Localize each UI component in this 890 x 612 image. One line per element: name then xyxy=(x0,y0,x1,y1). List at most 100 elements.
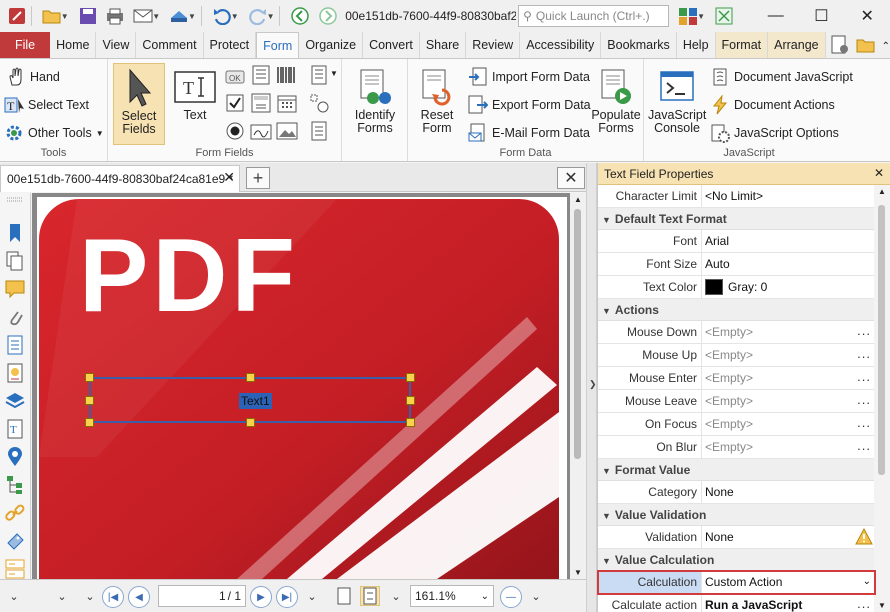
property-row-on-blur[interactable]: On Blur <Empty> ... xyxy=(598,436,875,459)
chevron-down-icon[interactable]: ▼ xyxy=(152,12,160,21)
property-row-font[interactable]: Font Arial xyxy=(598,230,875,253)
last-page-button[interactable]: ▶| xyxy=(276,586,298,608)
export-form-data-button[interactable]: Export Form Data xyxy=(468,95,591,115)
tab-comment[interactable]: Comment xyxy=(136,32,204,58)
layers-icon[interactable] xyxy=(5,391,25,411)
select-fields-button[interactable]: Select Fields xyxy=(113,63,165,145)
comments-icon[interactable] xyxy=(5,279,25,299)
list-box-icon[interactable] xyxy=(250,65,272,85)
tab-organize[interactable]: Organize xyxy=(299,32,364,58)
destinations-icon[interactable] xyxy=(5,447,25,467)
ellipsis-button[interactable]: ... xyxy=(857,344,871,364)
property-row-mouse-leave[interactable]: Mouse Leave <Empty> ... xyxy=(598,390,875,413)
calculation-dropdown[interactable]: Custom Action ⌄ xyxy=(702,571,875,593)
identify-forms-button[interactable]: Identify Forms xyxy=(350,67,400,135)
category-value-validation[interactable]: ▼ Value Validation xyxy=(598,504,875,526)
pane-splitter[interactable]: ❯ xyxy=(586,163,597,612)
tags-icon[interactable]: T xyxy=(5,419,25,439)
scroll-up-icon[interactable]: ▲ xyxy=(574,195,582,204)
ellipsis-button[interactable]: ... xyxy=(857,594,871,612)
property-row-calculation[interactable]: Calculation Custom Action ⌄ xyxy=(597,570,876,595)
tab-convert[interactable]: Convert xyxy=(363,32,420,58)
date-field-icon[interactable] xyxy=(276,93,298,113)
chevron-down-icon[interactable]: ⌄ xyxy=(863,571,871,593)
property-value[interactable]: Run a JavaScript xyxy=(702,594,875,612)
ellipsis-button[interactable]: ... xyxy=(857,390,871,410)
tab-form[interactable]: Form xyxy=(256,32,300,58)
tab-arrange[interactable]: Arrange xyxy=(768,32,826,58)
quick-launch-input[interactable]: ⚲ Quick Launch (Ctrl+.) xyxy=(518,5,670,27)
resize-handle[interactable] xyxy=(85,373,94,382)
structure-icon[interactable] xyxy=(5,475,25,495)
ellipsis-button[interactable]: ... xyxy=(857,367,871,387)
property-row-validation[interactable]: Validation None xyxy=(598,526,875,549)
collapse-icon[interactable]: ▼ xyxy=(602,215,611,225)
maximize-button[interactable]: ☐ xyxy=(799,0,845,32)
reset-form-button[interactable]: Reset Form xyxy=(412,67,462,135)
hand-tool-button[interactable]: Hand xyxy=(6,67,60,87)
close-window-button[interactable]: ✕ xyxy=(844,0,890,32)
tab-accessibility[interactable]: Accessibility xyxy=(520,32,602,58)
document-tab[interactable]: 00e151db-7600-44f9-80830baf24ca81e9 * ✕ xyxy=(0,165,240,192)
combo-box-icon[interactable] xyxy=(250,93,272,113)
property-value[interactable]: <No Limit> xyxy=(702,185,875,207)
tab-help[interactable]: Help xyxy=(677,32,716,58)
zoom-select[interactable]: 161.1% ⌄ xyxy=(410,585,494,607)
property-value[interactable]: <Empty> xyxy=(702,367,875,389)
collapse-icon[interactable]: ▼ xyxy=(602,466,611,476)
text-field-widget[interactable]: Text1 xyxy=(85,373,415,427)
content-icon[interactable] xyxy=(5,335,25,355)
tab-view[interactable]: View xyxy=(96,32,137,58)
property-row-on-focus[interactable]: On Focus <Empty> ... xyxy=(598,413,875,436)
checkbox-icon[interactable] xyxy=(224,93,246,113)
attachments-icon[interactable] xyxy=(5,307,25,327)
import-form-data-button[interactable]: Import Form Data xyxy=(468,67,590,87)
close-icon[interactable]: ✕ xyxy=(874,166,884,180)
ellipsis-button[interactable]: ... xyxy=(857,413,871,433)
property-row-mouse-up[interactable]: Mouse Up <Empty> ... xyxy=(598,344,875,367)
status-options-icon[interactable]: ⌄ xyxy=(52,586,72,606)
populate-forms-button[interactable]: Populate Forms xyxy=(590,67,642,135)
javascript-options-button[interactable]: JavaScript Options xyxy=(710,123,839,143)
status-options-icon[interactable]: ⌄ xyxy=(80,586,100,606)
open-folder-icon[interactable] xyxy=(41,5,63,27)
tab-share[interactable]: Share xyxy=(420,32,467,58)
status-options-icon[interactable]: ⌄ xyxy=(302,586,322,606)
resize-handle[interactable] xyxy=(246,373,255,382)
document-actions-button[interactable]: Document Actions xyxy=(710,95,835,115)
category-actions[interactable]: ▼ Actions xyxy=(598,299,875,321)
property-value[interactable]: <Empty> xyxy=(702,321,875,343)
text-field-button[interactable]: T Text xyxy=(170,67,220,139)
new-tab-button[interactable]: + xyxy=(246,167,270,189)
form-fields-panel-icon[interactable] xyxy=(5,559,25,579)
chevron-down-icon[interactable]: ▼ xyxy=(231,12,239,21)
redo-icon[interactable] xyxy=(247,5,269,27)
property-value[interactable]: <Empty> xyxy=(702,436,875,458)
forward-icon[interactable] xyxy=(317,5,339,27)
ellipsis-button[interactable]: ... xyxy=(857,321,871,341)
barcode-icon[interactable] xyxy=(276,65,298,85)
property-value[interactable]: None xyxy=(702,481,875,503)
radio-button-icon[interactable] xyxy=(224,121,246,141)
resize-handle[interactable] xyxy=(406,373,415,382)
links-icon[interactable] xyxy=(5,503,25,523)
property-row-text-color[interactable]: Text Color Gray: 0 xyxy=(598,276,875,299)
bookmarks-icon[interactable] xyxy=(5,223,25,243)
category-format-value[interactable]: ▼ Format Value xyxy=(598,459,875,481)
status-options-icon[interactable]: ⌄ xyxy=(386,586,406,606)
scrollbar-thumb[interactable] xyxy=(878,205,885,475)
scrollbar-thumb[interactable] xyxy=(574,209,581,459)
property-row-character-limit[interactable]: Character Limit <No Limit> xyxy=(598,185,875,208)
minimize-button[interactable]: — xyxy=(753,0,799,32)
category-value-calculation[interactable]: ▼ Value Calculation xyxy=(598,549,875,571)
chevron-down-icon[interactable]: ▼ xyxy=(188,12,196,21)
collapse-ribbon-icon[interactable]: ⌃ xyxy=(882,41,890,52)
property-row-mouse-down[interactable]: Mouse Down <Empty> ... xyxy=(598,321,875,344)
tab-review[interactable]: Review xyxy=(466,32,521,58)
tab-bookmarks[interactable]: Bookmarks xyxy=(601,32,677,58)
property-value-color[interactable]: Gray: 0 xyxy=(702,276,875,298)
zoom-out-button[interactable]: — xyxy=(500,586,522,608)
single-page-view-icon[interactable] xyxy=(334,586,354,606)
undo-icon[interactable] xyxy=(211,5,233,27)
fit-page-view-icon[interactable] xyxy=(360,586,380,606)
